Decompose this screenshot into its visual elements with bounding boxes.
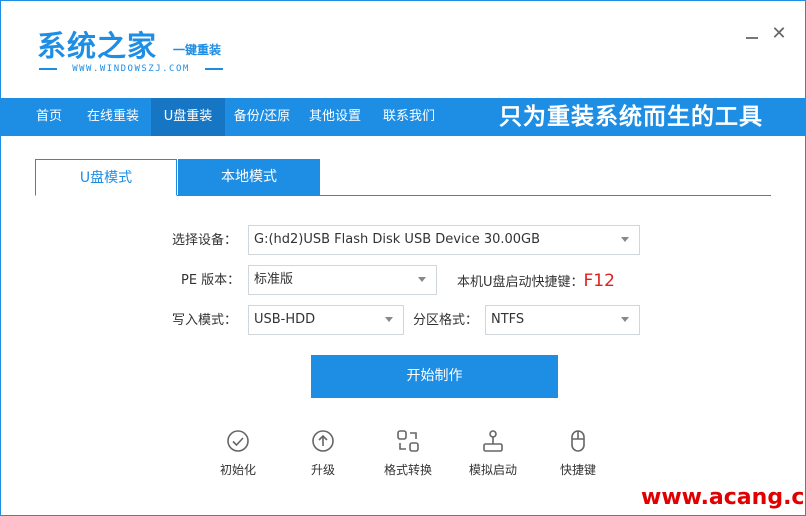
check-circle-icon [227,430,249,452]
chevron-down-icon [418,277,426,282]
write-mode-value: USB-HDD [254,312,316,327]
tool-format-convert[interactable]: 格式转换 [373,429,443,478]
watermark: www.acang.cn [641,485,806,510]
nav-item-online-reinstall[interactable]: 在线重装 [77,98,149,136]
logo-url-row: WWW.WINDOWSZJ.COM [39,63,223,75]
tab-local-mode[interactable]: 本地模式 [178,159,320,196]
nav-item-other-settings[interactable]: 其他设置 [299,98,371,136]
tool-upgrade[interactable]: 升级 [288,429,358,478]
tool-hotkey[interactable]: 快捷键 [543,429,613,478]
device-select[interactable]: G:(hd2)USB Flash Disk USB Device 30.00GB [248,225,640,255]
mouse-icon [571,430,585,452]
logo-subtitle: 一键重装 [173,43,222,57]
nav-item-backup-restore[interactable]: 备份/还原 [227,98,297,136]
logo-dash-left [39,68,57,70]
chevron-down-icon [385,317,393,322]
format-convert-icon [397,430,419,452]
tab-usb-mode[interactable]: U盘模式 [35,159,177,196]
write-mode-label: 写入模式： [172,313,238,328]
logo-url: WWW.WINDOWSZJ.COM [72,64,190,74]
partition-format-select[interactable]: NTFS [485,305,640,335]
start-make-button[interactable]: 开始制作 [311,355,558,398]
joystick-icon [483,430,503,452]
nav-item-usb-reinstall[interactable]: U盘重装 [151,98,225,136]
chevron-down-icon [621,317,629,322]
minimize-icon [746,37,758,39]
tool-simulate-boot-label: 模拟启动 [468,463,517,477]
device-select-value: G:(hd2)USB Flash Disk USB Device 30.00GB [254,232,541,247]
hotkey-label: 本机U盘启动快捷键： [457,275,584,290]
upgrade-arrow-icon [312,430,334,452]
partition-format-value: NTFS [491,312,525,327]
tool-hotkey-label: 快捷键 [559,463,596,477]
minimize-button[interactable] [741,23,763,45]
tool-upgrade-label: 升级 [310,463,335,477]
logo-title: 系统之家 [37,29,158,63]
hotkey-info: 本机U盘启动快捷键：F12 [457,267,615,295]
tool-initialize-label: 初始化 [219,463,256,477]
nav-bar: 首页 在线重装 U盘重装 备份/还原 其他设置 联系我们 只为重装系统而生的工具 [1,98,805,136]
pe-version-label: PE 版本： [181,273,241,288]
close-button[interactable]: ✕ [768,23,790,45]
logo-dash-right [205,68,223,70]
pe-version-value: 标准版 [254,272,294,287]
nav-item-contact-us[interactable]: 联系我们 [373,98,445,136]
nav-item-home[interactable]: 首页 [23,98,75,136]
write-mode-select[interactable]: USB-HDD [248,305,404,335]
close-icon: ✕ [771,23,787,44]
partition-format-label: 分区格式： [413,313,479,328]
device-label: 选择设备： [172,233,238,248]
pe-version-select[interactable]: 标准版 [248,265,437,295]
app-window: 系统之家 一键重装 WWW.WINDOWSZJ.COM ✕ 首页 在线重装 U盘… [0,0,806,516]
tool-initialize[interactable]: 初始化 [203,429,273,478]
tool-simulate-boot[interactable]: 模拟启动 [458,429,528,478]
tool-format-convert-label: 格式转换 [383,463,432,477]
chevron-down-icon [621,237,629,242]
hotkey-value: F12 [583,271,615,291]
slogan: 只为重装系统而生的工具 [499,104,763,130]
